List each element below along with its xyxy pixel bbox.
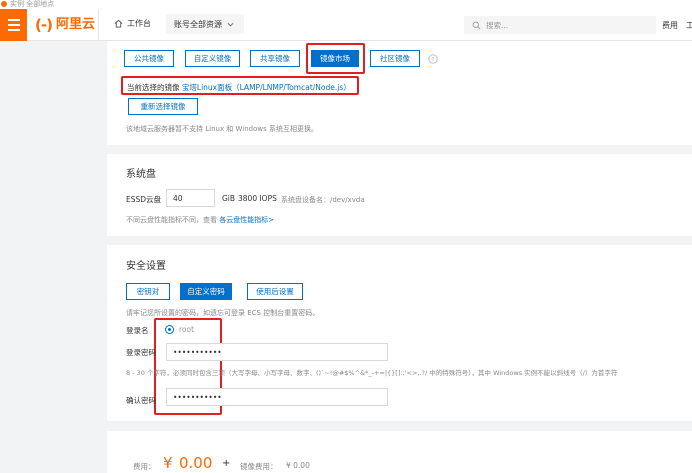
system-disk-section: 系统盘 ESSD云盘 40 GiB 3800 IOPS 系统盘设备名：/dev/…	[107, 154, 692, 236]
current-image-link[interactable]: 宝塔Linux面板（LAMP/LNMP/Tomcat/Node.js）	[182, 83, 351, 92]
tab-set-later[interactable]: 使用后设置	[247, 283, 303, 300]
chevron-down-icon	[227, 22, 234, 26]
tab-shared-image[interactable]: 共享镜像	[250, 50, 300, 67]
image-fee-label: 镜像费用：	[240, 462, 278, 471]
image-note: 该地域云服务器暂不支持 Linux 和 Windows 系统互相更换。	[126, 125, 319, 133]
tab-custom-password[interactable]: 自定义密码	[180, 283, 232, 300]
fee-label: 费用：	[133, 462, 156, 471]
favicon-icon	[1, 1, 7, 7]
ticket-link[interactable]: 工单	[686, 20, 692, 31]
search-icon	[472, 21, 481, 29]
disk-iops: 3800 IOPS	[238, 194, 277, 203]
search-placeholder: 搜索...	[486, 20, 509, 30]
browser-tab-title: 实例 全部地点	[10, 0, 55, 8]
tab-keypair[interactable]: 密钥对	[126, 283, 170, 300]
resource-select-value: 账号全部资源	[174, 19, 222, 29]
menu-icon[interactable]	[0, 9, 27, 41]
image-fee-value: ¥ 0.00	[286, 461, 310, 470]
tab-public-image[interactable]: 公共镜像	[124, 50, 174, 67]
section-title: 安全设置	[126, 261, 166, 272]
login-name-label: 登录名	[126, 326, 149, 335]
disk-unit: GiB	[222, 194, 236, 203]
browser-tab[interactable]: 实例 全部地点	[0, 0, 692, 9]
password-rule: 8 - 30 个字符，必须同时包含三项（大写字母、小写字母、数字、()`~!@#…	[126, 369, 618, 377]
fee-bar: 费用： ¥ 0.00 + 镜像费用： ¥ 0.00	[107, 431, 692, 473]
disk-note-text: 不同云盘性能指标不同，查看	[126, 216, 217, 224]
fee-link[interactable]: 费用	[662, 20, 678, 31]
security-section: 安全设置 密钥对 自定义密码 使用后设置 请牢记您所设置的密码，如遗忘可登录 E…	[107, 245, 692, 421]
workbench-link[interactable]: 工作台	[114, 18, 151, 29]
image-section: 公共镜像 自定义镜像 共享镜像 镜像市场 社区镜像 ? 当前选择的镜像 宝塔Li…	[107, 41, 692, 145]
password-input[interactable]: •••••••••••	[166, 343, 388, 361]
reselect-image-button[interactable]: 重新选择镜像	[128, 98, 198, 115]
help-icon[interactable]: ?	[428, 54, 438, 64]
tab-image-market[interactable]: 镜像市场	[311, 50, 359, 67]
tab-community-image[interactable]: 社区镜像	[370, 50, 420, 67]
disk-size-input[interactable]: 40	[166, 189, 215, 207]
disk-performance-link[interactable]: 各云盘性能指标>	[219, 216, 274, 224]
fee-plus: +	[222, 458, 231, 469]
tab-custom-image[interactable]: 自定义镜像	[185, 50, 240, 67]
password-label: 登录密码	[126, 348, 156, 357]
aliyun-logo[interactable]: (-) 阿里云	[35, 15, 95, 35]
home-icon	[114, 19, 123, 28]
logo-mark: (-)	[35, 16, 53, 34]
workbench-label: 工作台	[127, 19, 151, 28]
section-title: 系统盘	[126, 169, 156, 180]
disk-type-label[interactable]: ESSD云盘	[126, 194, 161, 205]
logo-text: 阿里云	[55, 17, 95, 32]
current-image-line: 当前选择的镜像 宝塔Linux面板（LAMP/LNMP/Tomcat/Node.…	[127, 82, 351, 93]
divider	[98, 9, 99, 41]
disk-note: 不同云盘性能指标不同，查看 各云盘性能指标>	[126, 215, 274, 225]
svg-text:?: ?	[431, 56, 434, 63]
top-navbar: (-) 阿里云 工作台 账号全部资源 搜索... 费用 工单	[0, 9, 692, 41]
fee-currency: ¥	[163, 454, 173, 472]
search-input[interactable]: 搜索...	[464, 16, 656, 34]
confirm-password-label: 确认密码	[126, 396, 156, 405]
password-note: 请牢记您所设置的密码，如遗忘可登录 ECS 控制台重置密码。	[126, 309, 320, 317]
current-image-prefix: 当前选择的镜像	[127, 83, 180, 92]
fee-value: 0.00	[179, 454, 213, 472]
disk-device-name: 系统盘设备名：/dev/xvda	[281, 196, 365, 204]
resource-select[interactable]: 账号全部资源	[166, 14, 244, 34]
confirm-password-input[interactable]: •••••••••••	[166, 388, 388, 406]
login-name-value: root	[179, 325, 195, 334]
login-name-radio[interactable]	[165, 325, 174, 334]
